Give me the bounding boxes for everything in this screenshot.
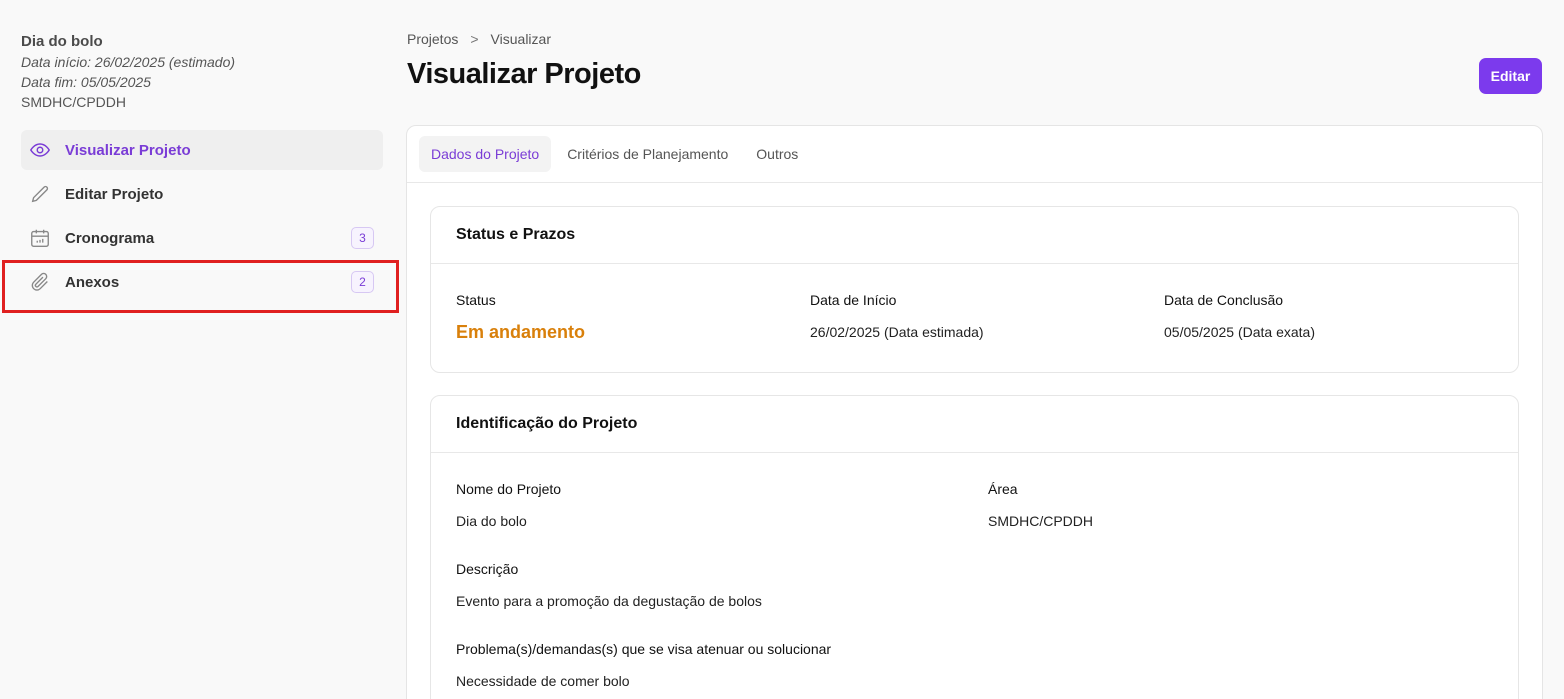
status-value: Em andamento (456, 322, 586, 342)
tab-outros[interactable]: Outros (744, 136, 810, 172)
cronograma-count-badge: 3 (351, 227, 374, 249)
sidebar-item-cronograma[interactable]: Cronograma 3 (21, 218, 383, 258)
sidebar-item-label: Visualizar Projeto (65, 141, 191, 159)
problem-value: Necessidade de comer bolo (456, 673, 630, 689)
sidebar-item-label: Editar Projeto (65, 185, 164, 203)
start-date-value: 26/02/2025 (Data estimada) (810, 324, 984, 340)
sidebar-item-editar[interactable]: Editar Projeto (21, 174, 383, 214)
project-area: SMDHC/CPDDH (21, 94, 126, 110)
edit-button[interactable]: Editar (1479, 58, 1542, 94)
area-label: Área (988, 481, 1018, 497)
pencil-icon (31, 185, 49, 203)
project-title: Dia do bolo (21, 33, 103, 50)
sidebar-item-visualizar[interactable]: Visualizar Projeto (21, 130, 383, 170)
tab-criterios-de-planejamento[interactable]: Critérios de Planejamento (555, 136, 740, 172)
project-end-date: Data fim: 05/05/2025 (21, 74, 151, 90)
page-title: Visualizar Projeto (407, 58, 641, 90)
status-section: Status e Prazos Status Em andamento Data… (430, 206, 1519, 373)
tab-bar: Dados do Projeto Critérios de Planejamen… (419, 136, 810, 172)
eye-icon (29, 143, 51, 157)
sidebar: Dia do bolo Data início: 26/02/2025 (est… (0, 0, 400, 699)
calendar-icon (31, 229, 49, 247)
status-label: Status (456, 292, 496, 308)
project-start-date: Data início: 26/02/2025 (estimado) (21, 54, 236, 70)
breadcrumb-visualizar: Visualizar (490, 31, 551, 47)
tabs-divider (407, 182, 1542, 183)
project-name-value: Dia do bolo (456, 513, 527, 529)
description-label: Descrição (456, 561, 519, 577)
app-root: Dia do bolo Data início: 26/02/2025 (est… (0, 0, 1564, 699)
identification-section-title: Identificação do Projeto (431, 396, 1518, 453)
highlight-box (2, 260, 399, 313)
identification-section: Identificação do Projeto Nome do Projeto… (430, 395, 1519, 699)
problem-label: Problema(s)/demandas(s) que se visa aten… (456, 641, 832, 657)
description-value: Evento para a promoção da degustação de … (456, 593, 762, 609)
main-card: Dados do Projeto Critérios de Planejamen… (406, 125, 1543, 699)
project-summary: Dia do bolo Data início: 26/02/2025 (est… (21, 32, 235, 112)
project-name-label: Nome do Projeto (456, 481, 562, 497)
breadcrumb-projetos[interactable]: Projetos (407, 31, 458, 47)
start-date-label: Data de Início (810, 292, 897, 308)
end-date-label: Data de Conclusão (1164, 292, 1284, 308)
chevron-right-icon: > (470, 31, 479, 47)
area-value: SMDHC/CPDDH (988, 513, 1093, 529)
breadcrumb: Projetos > Visualizar (407, 31, 551, 47)
end-date-value: 05/05/2025 (Data exata) (1164, 324, 1315, 340)
status-section-title: Status e Prazos (431, 207, 1518, 264)
tab-dados-do-projeto[interactable]: Dados do Projeto (419, 136, 552, 172)
sidebar-item-label: Cronograma (65, 229, 155, 247)
